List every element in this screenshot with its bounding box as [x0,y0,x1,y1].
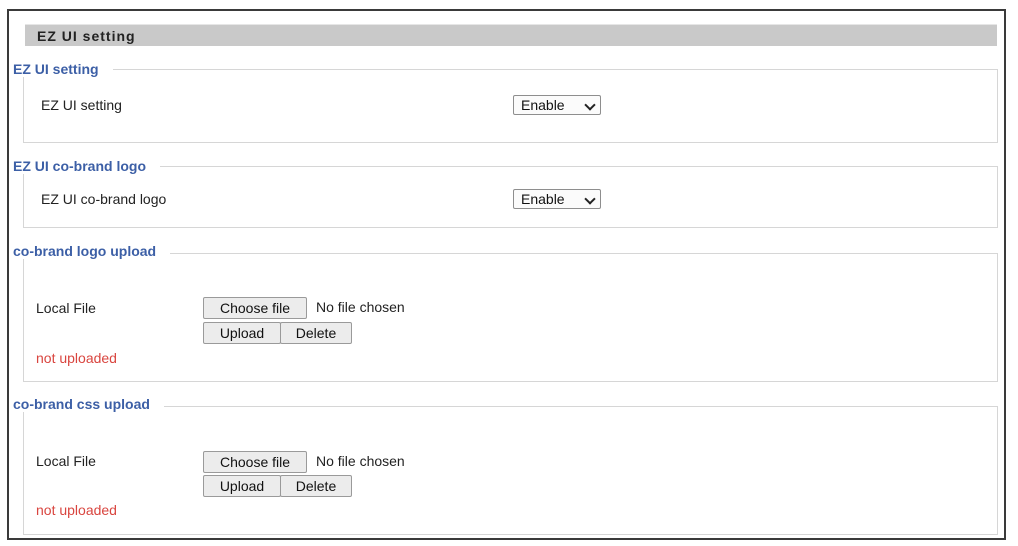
upload-button[interactable]: Upload [203,322,281,344]
select-value: Enable [521,191,565,207]
local-file-label: Local File [36,453,96,469]
fieldset-ez-ui-setting: EZ UI setting EZ UI setting Enable [13,61,998,143]
fieldset-legend: EZ UI co-brand logo [13,158,160,174]
ez-ui-setting-label: EZ UI setting [41,97,122,113]
upload-button[interactable]: Upload [203,475,281,497]
fieldset-legend: co-brand css upload [13,396,164,412]
fieldset-legend: co-brand logo upload [13,243,171,259]
delete-button[interactable]: Delete [280,322,352,344]
cobrand-logo-label: EZ UI co-brand logo [41,191,167,207]
section-header-bar: EZ UI setting [25,24,997,46]
upload-status: not uploaded [36,350,117,366]
page-title: EZ UI setting [37,28,136,44]
chevron-down-icon [584,99,596,111]
select-value: Enable [521,97,565,113]
delete-button[interactable]: Delete [280,475,352,497]
ez-ui-setting-select[interactable]: Enable [513,95,601,115]
no-file-chosen-text: No file chosen [316,299,405,315]
fieldset-css-upload: co-brand css upload Local File Choose fi… [13,396,998,535]
fieldset-box [23,406,998,535]
fieldset-box [23,69,998,143]
upload-status: not uploaded [36,502,117,518]
choose-file-button[interactable]: Choose file [203,451,307,473]
fieldset-box [23,166,998,228]
local-file-label: Local File [36,300,96,316]
fieldset-box [23,253,998,382]
settings-frame: EZ UI setting EZ UI setting EZ UI settin… [7,9,1006,540]
choose-file-button[interactable]: Choose file [203,297,307,319]
fieldset-logo-upload: co-brand logo upload Local File Choose f… [13,243,998,382]
no-file-chosen-text: No file chosen [316,453,405,469]
fieldset-legend: EZ UI setting [13,61,113,77]
chevron-down-icon [584,193,596,205]
cobrand-logo-select[interactable]: Enable [513,189,601,209]
fieldset-cobrand-logo: EZ UI co-brand logo EZ UI co-brand logo … [13,158,998,228]
